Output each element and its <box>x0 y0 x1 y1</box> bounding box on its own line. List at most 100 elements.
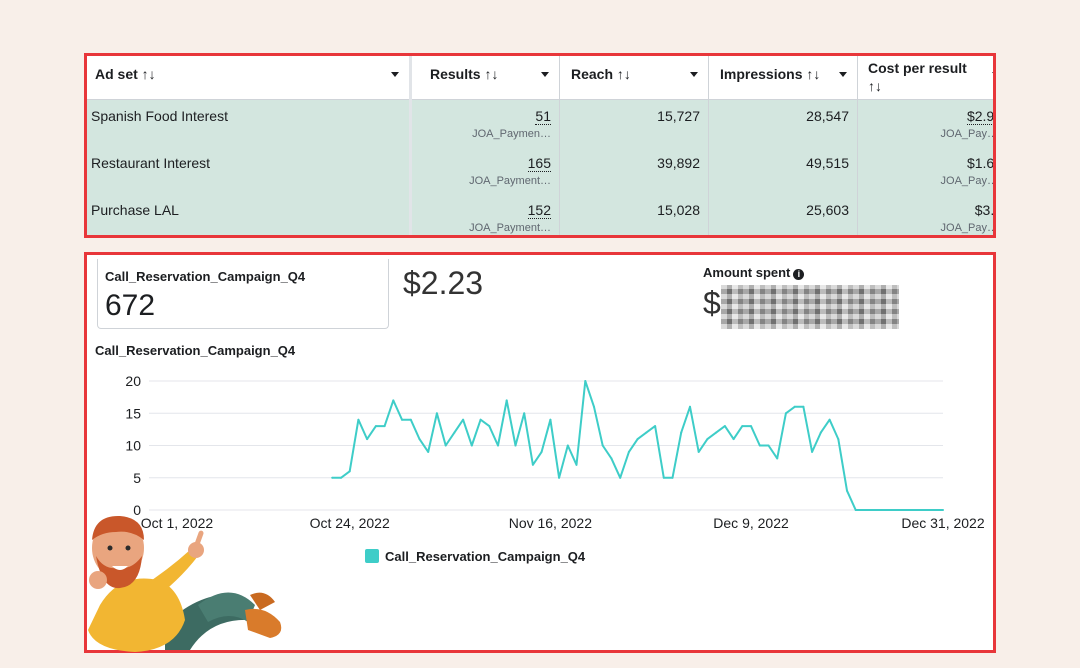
data-point <box>819 431 822 434</box>
impressions-value: 49,515 <box>806 155 849 171</box>
impressions-cell: 49,515 <box>709 147 857 194</box>
header-ad-set[interactable]: Ad set ↑↓ <box>87 56 409 100</box>
cost-value: $3.8 <box>974 202 995 218</box>
cost-subtext: JOA_Pay… <box>940 222 996 234</box>
cost-value[interactable]: $2.95 <box>966 108 993 125</box>
header-cost-label: Cost per result ↑↓ <box>868 59 967 95</box>
chevron-down-icon[interactable] <box>992 72 993 77</box>
data-point <box>340 476 342 479</box>
mascot-chin-hand <box>89 571 107 589</box>
data-point <box>636 438 639 441</box>
data-point <box>645 431 648 434</box>
data-point <box>601 444 604 447</box>
header-ad-set-label: Ad set ↑↓ <box>95 66 156 82</box>
data-point <box>933 509 936 511</box>
data-point <box>758 444 761 447</box>
data-point <box>584 380 587 382</box>
cost-cell: $3.8 JOA_Pay… <box>858 194 996 235</box>
header-reach[interactable]: Reach ↑↓ <box>560 56 708 100</box>
reach-cell: 15,727 <box>560 100 708 147</box>
results-value[interactable]: 152 <box>527 202 551 219</box>
results-value[interactable]: 165 <box>527 155 551 172</box>
header-cost-per-result[interactable]: Cost per result ↑↓ <box>858 56 993 100</box>
data-point <box>671 476 674 479</box>
data-point <box>784 412 787 415</box>
data-point <box>366 438 369 441</box>
data-point <box>854 509 857 511</box>
column-reach: Reach ↑↓ 15,727 39,892 15,028 <box>560 56 708 235</box>
cost-cell: $1.64 JOA_Pay… <box>858 147 996 194</box>
header-cost-label-line1: Cost per result <box>868 60 967 76</box>
table-row[interactable]: Spanish Food Interest <box>87 100 409 147</box>
chart-legend[interactable]: Call_Reservation_Campaign_Q4 <box>365 549 585 564</box>
table-row[interactable]: Purchase LAL <box>87 194 409 235</box>
y-tick-label: 15 <box>125 405 141 421</box>
column-cost-per-result: Cost per result ↑↓ $2.95 JOA_Pay… $1.64 JO… <box>858 56 996 235</box>
chevron-down-icon[interactable] <box>541 72 549 77</box>
mascot-eye-left <box>107 545 113 551</box>
data-point <box>915 509 918 511</box>
data-point <box>793 405 796 408</box>
data-point <box>505 399 508 402</box>
cost-subtext: JOA_Pay… <box>940 128 996 140</box>
chevron-down-icon[interactable] <box>839 72 847 77</box>
results-subtext: JOA_Payment… <box>469 222 551 234</box>
data-point <box>383 425 386 428</box>
data-point <box>610 457 613 460</box>
column-results: Results ↑↓ 51 JOA_Paymen… 165 JOA_Payment…… <box>412 56 559 235</box>
y-tick-label: 20 <box>125 373 141 389</box>
results-subtext: JOA_Payment… <box>469 175 551 187</box>
data-point <box>863 509 866 511</box>
data-point <box>488 425 491 428</box>
data-point <box>898 509 901 511</box>
data-point <box>802 405 805 408</box>
data-point <box>924 509 927 511</box>
chevron-down-icon[interactable] <box>690 72 698 77</box>
column-ad-set: Ad set ↑↓ Spanish Food Interest Restaura… <box>87 56 409 235</box>
data-point <box>558 476 561 479</box>
data-point <box>697 450 700 453</box>
data-point <box>880 509 883 511</box>
results-value[interactable]: 51 <box>535 108 551 125</box>
x-tick-label: Dec 9, 2022 <box>713 515 789 531</box>
data-point <box>462 418 465 421</box>
x-tick-label: Nov 16, 2022 <box>509 515 592 531</box>
mascot-eye-right <box>125 545 131 551</box>
data-point <box>444 444 447 447</box>
ad-set-name: Purchase LAL <box>91 202 179 218</box>
table-row[interactable]: Restaurant Interest <box>87 147 409 194</box>
data-point <box>723 425 726 428</box>
ad-set-name: Restaurant Interest <box>91 155 211 171</box>
data-point <box>531 463 534 466</box>
impressions-value: 25,603 <box>806 202 849 218</box>
impressions-cell: 25,603 <box>709 194 857 235</box>
reach-value: 15,727 <box>657 108 700 124</box>
cost-subtext: JOA_Pay… <box>940 175 996 187</box>
data-point <box>497 444 499 447</box>
impressions-value: 28,547 <box>806 108 849 124</box>
header-results[interactable]: Results ↑↓ <box>412 56 559 100</box>
data-point <box>540 450 543 453</box>
data-point <box>627 450 630 453</box>
data-point <box>401 418 403 421</box>
ad-set-table: Ad set ↑↓ Spanish Food Interest Restaura… <box>84 53 996 238</box>
data-point <box>942 509 944 511</box>
legend-label: Call_Reservation_Campaign_Q4 <box>385 549 586 564</box>
data-point <box>828 418 831 421</box>
y-tick-label: 10 <box>125 438 141 454</box>
data-point <box>357 418 360 421</box>
results-cell: 152 JOA_Payment… <box>412 194 559 235</box>
chart-grid <box>149 380 943 511</box>
chevron-down-icon[interactable] <box>391 72 399 77</box>
data-point <box>514 444 517 447</box>
data-point <box>811 450 814 453</box>
reach-cell: 39,892 <box>560 147 708 194</box>
results-cell: 165 JOA_Payment… <box>412 147 559 194</box>
sort-icon: ↑↓ <box>868 78 882 94</box>
reclining-man-illustration <box>88 515 282 652</box>
data-point <box>331 476 334 479</box>
data-point <box>837 438 840 441</box>
data-point <box>689 405 691 408</box>
data-point <box>453 431 456 434</box>
header-impressions[interactable]: Impressions ↑↓ <box>709 56 857 100</box>
